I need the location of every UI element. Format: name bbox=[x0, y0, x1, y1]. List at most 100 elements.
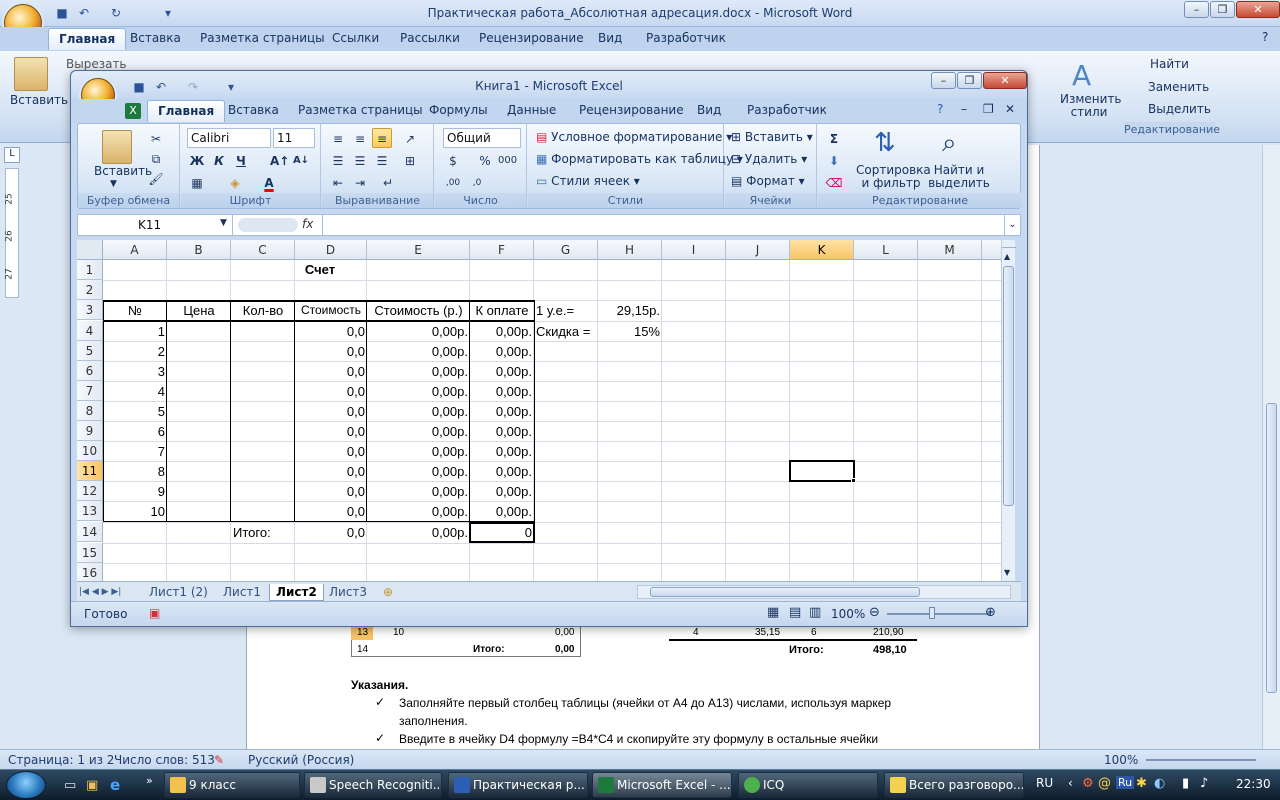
cond-format-button[interactable]: ▤ Условное форматирование ▾ bbox=[536, 130, 732, 144]
word-zoom-slider[interactable] bbox=[1146, 759, 1256, 761]
word-tab-developer[interactable]: Разработчик bbox=[646, 31, 726, 45]
row-header-1[interactable]: 1 bbox=[77, 260, 103, 280]
cell-cost_rub[interactable]: 0,00р. bbox=[367, 502, 470, 522]
format-painter-icon[interactable]: 🖌 bbox=[146, 168, 166, 188]
cell-cost_rub[interactable]: 0,00р. bbox=[367, 482, 470, 502]
cell-total-cost[interactable]: 0,0 bbox=[295, 523, 367, 543]
excel-help-icon[interactable]: ? bbox=[937, 102, 943, 116]
word-change-styles-icon[interactable]: A bbox=[1072, 59, 1091, 92]
word-close-button[interactable]: ✕ bbox=[1236, 1, 1280, 18]
row-header-12[interactable]: 12 bbox=[77, 481, 103, 501]
cell-cost[interactable]: 0,0 bbox=[295, 342, 367, 362]
cell-cost_rub[interactable]: 0,00р. bbox=[367, 362, 470, 382]
row-header-6[interactable]: 6 bbox=[77, 361, 103, 381]
cell-cost_rub[interactable]: 0,00р. bbox=[367, 382, 470, 402]
word-cut-label[interactable]: Вырезать bbox=[66, 57, 127, 71]
align-middle-icon[interactable]: ≡ bbox=[350, 128, 370, 148]
cell-row-number[interactable]: 3 bbox=[103, 362, 167, 382]
tray-ru-icon[interactable]: Ru bbox=[1116, 776, 1135, 789]
clock[interactable]: 22:30 bbox=[1236, 777, 1271, 791]
font-size-select[interactable]: 11 bbox=[273, 128, 315, 148]
autosum-icon[interactable]: Σ bbox=[824, 128, 844, 148]
word-paste-label[interactable]: Вставить bbox=[10, 93, 68, 107]
word-tab-review[interactable]: Рецензирование bbox=[479, 31, 584, 45]
cell-cost[interactable]: 0,0 bbox=[295, 382, 367, 402]
ruler-tab-selector[interactable]: L bbox=[4, 147, 20, 163]
formula-input[interactable] bbox=[322, 215, 1002, 235]
row-header-9[interactable]: 9 bbox=[77, 421, 103, 441]
excel-qat-dropdown-icon[interactable]: ▾ bbox=[223, 79, 239, 95]
sheet-nav-icons[interactable]: |◀ ◀ ▶ ▶| bbox=[77, 584, 123, 601]
currency-icon[interactable]: $ bbox=[443, 150, 463, 170]
task-icq[interactable]: ICQ bbox=[738, 772, 878, 798]
word-find-label[interactable]: Найти bbox=[1150, 57, 1189, 71]
col-header-B[interactable]: B bbox=[167, 240, 231, 260]
excel-doc-restore-icon[interactable]: ❐ bbox=[983, 102, 994, 116]
spellcheck-icon[interactable]: ✎ bbox=[214, 753, 224, 767]
macro-record-icon[interactable]: ▣ bbox=[149, 606, 160, 620]
tray-star-icon[interactable]: ✱ bbox=[1136, 776, 1147, 791]
word-help-icon[interactable]: ? bbox=[1262, 30, 1268, 44]
underline-button[interactable]: Ч bbox=[231, 150, 251, 170]
font-color-icon[interactable]: A bbox=[259, 172, 279, 192]
cell-pay[interactable]: 0,00р. bbox=[470, 482, 534, 502]
sheet-tab-list1[interactable]: Лист1 bbox=[217, 584, 267, 601]
row-header-8[interactable]: 8 bbox=[77, 401, 103, 421]
cell-cost_rub[interactable]: 0,00р. bbox=[367, 402, 470, 422]
undo-icon[interactable]: ↶ bbox=[76, 5, 92, 21]
word-tab-layout[interactable]: Разметка страницы bbox=[200, 31, 325, 45]
cell-cost[interactable]: 0,0 bbox=[295, 442, 367, 462]
cell-pay[interactable]: 0,00р. bbox=[470, 382, 534, 402]
cell-pay[interactable]: 0,00р. bbox=[470, 402, 534, 422]
align-center-icon[interactable]: ☰ bbox=[350, 150, 370, 170]
cell-row-number[interactable]: 6 bbox=[103, 422, 167, 442]
excel-tab-home[interactable]: Главная bbox=[147, 100, 226, 122]
cell-cost[interactable]: 0,0 bbox=[295, 422, 367, 442]
task-speech[interactable]: Speech Recogniti... bbox=[304, 772, 442, 798]
fill-color-icon[interactable]: ◈ bbox=[225, 172, 245, 192]
col-header-A[interactable]: A bbox=[103, 240, 167, 260]
worksheet-grid[interactable]: A B C D E F G H I J K L M 1 2 3 4 5 6 7 … bbox=[77, 240, 1001, 581]
formula-bar-handle[interactable] bbox=[238, 218, 298, 232]
paste-dropdown-icon[interactable]: ▼ bbox=[110, 179, 117, 189]
cell-cost_rub[interactable]: 0,00р. bbox=[367, 442, 470, 462]
header-cost-rub[interactable]: Стоимость (р.) bbox=[367, 301, 470, 321]
row-header-14[interactable]: 14 bbox=[77, 522, 103, 542]
fx-icon[interactable]: fx bbox=[302, 217, 313, 231]
word-scroll-thumb[interactable] bbox=[1266, 403, 1277, 693]
wrap-text-icon[interactable]: ↵ bbox=[378, 172, 398, 192]
col-header-I[interactable]: I bbox=[662, 240, 726, 260]
excel-minimize-button[interactable]: – bbox=[931, 72, 956, 89]
tray-at-icon[interactable]: @ bbox=[1098, 776, 1111, 791]
col-header-K[interactable]: K bbox=[790, 240, 854, 260]
decrease-decimal-icon[interactable]: ,0 bbox=[467, 172, 487, 192]
formula-expand-icon[interactable]: ⌄ bbox=[1004, 215, 1020, 235]
sort-filter-label[interactable]: Сортировка и фильтр bbox=[856, 164, 931, 190]
task-talks[interactable]: Всего разговоро... bbox=[884, 772, 1024, 798]
excel-close-button[interactable]: ✕ bbox=[983, 72, 1027, 89]
sort-filter-icon[interactable]: ⇅ bbox=[874, 128, 896, 158]
text-orientation-icon[interactable]: ↗ bbox=[400, 128, 420, 148]
scroll-up-icon[interactable]: ▲ bbox=[1004, 252, 1010, 261]
excel-redo-icon[interactable]: ↷ bbox=[185, 79, 201, 95]
split-box[interactable] bbox=[1002, 240, 1016, 248]
view-layout-icon[interactable]: ▤ bbox=[789, 605, 801, 620]
cell-total-label[interactable]: Итого: bbox=[231, 523, 295, 543]
scroll-down-icon[interactable]: ▼ bbox=[1004, 568, 1010, 577]
number-format-select[interactable]: Общий bbox=[443, 128, 521, 148]
excel-tab-formulas[interactable]: Формулы bbox=[429, 103, 488, 117]
excel-vertical-scrollbar[interactable]: ▲ ▼ bbox=[1001, 240, 1016, 581]
tray-network-icon[interactable]: ▮ bbox=[1182, 776, 1189, 791]
col-header-F[interactable]: F bbox=[470, 240, 534, 260]
word-paste-icon[interactable] bbox=[14, 57, 48, 91]
cell-total-pay[interactable]: 0 bbox=[470, 523, 534, 543]
horizontal-scrollbar[interactable] bbox=[637, 585, 1011, 599]
excel-tab-view[interactable]: Вид bbox=[697, 103, 721, 117]
bold-button[interactable]: Ж bbox=[187, 150, 207, 170]
cell-cost[interactable]: 0,0 bbox=[295, 462, 367, 482]
fill-handle[interactable] bbox=[851, 478, 856, 483]
decrease-indent-icon[interactable]: ⇤ bbox=[328, 172, 348, 192]
cell-rate-label[interactable]: 1 у.е.= bbox=[534, 301, 598, 321]
row-header-15[interactable]: 15 bbox=[77, 543, 103, 563]
percent-icon[interactable]: % bbox=[475, 150, 495, 170]
